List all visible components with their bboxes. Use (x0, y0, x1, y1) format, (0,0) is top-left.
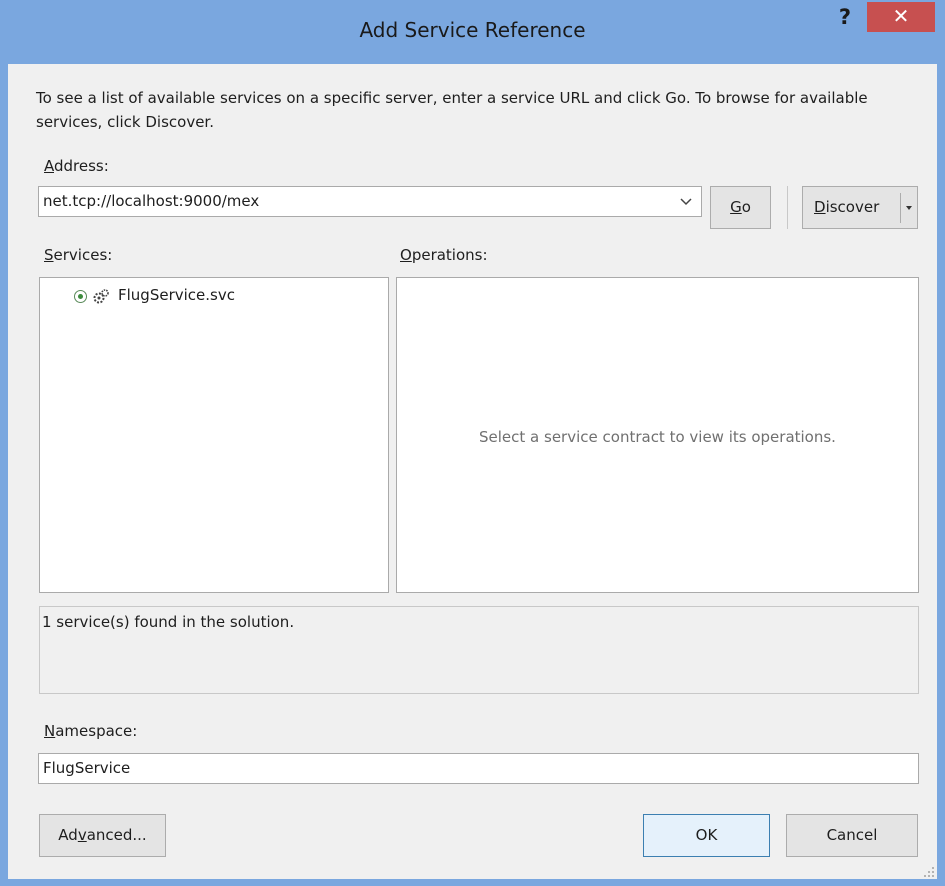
close-button[interactable]: ✕ (867, 2, 935, 32)
discover-button[interactable]: Discover (802, 186, 918, 229)
address-combobox[interactable]: net.tcp://localhost:9000/mex (38, 186, 702, 217)
namespace-input[interactable]: FlugService (38, 753, 919, 784)
advanced-button[interactable]: Advanced... (39, 814, 166, 857)
address-label: Address: (44, 157, 109, 175)
window-title: Add Service Reference (359, 18, 586, 42)
tree-item-flugservice[interactable]: FlugService.svc (74, 286, 254, 308)
resize-grip-icon[interactable] (923, 866, 935, 878)
services-tree[interactable]: FlugService.svc (39, 277, 389, 593)
cancel-button[interactable]: Cancel (786, 814, 918, 857)
go-button[interactable]: Go (710, 186, 771, 229)
tree-item-label: FlugService.svc (118, 286, 235, 304)
toolbar-divider (787, 186, 788, 229)
status-panel: 1 service(s) found in the solution. (39, 606, 919, 694)
operations-placeholder: Select a service contract to view its op… (479, 428, 836, 446)
tree-expand-icon[interactable] (74, 290, 87, 303)
status-message: 1 service(s) found in the solution. (42, 613, 295, 631)
split-divider (900, 193, 901, 223)
dropdown-arrow-icon[interactable] (905, 204, 913, 212)
dialog-window: Add Service Reference ? ✕ To see a list … (0, 0, 945, 886)
instructions-text: To see a list of available services on a… (36, 89, 868, 131)
namespace-label: Namespace: (44, 722, 138, 740)
operations-list[interactable]: Select a service contract to view its op… (396, 277, 919, 593)
title-bar[interactable]: Add Service Reference ? ✕ (0, 0, 945, 64)
operations-label: Operations: (400, 246, 488, 264)
ok-button[interactable]: OK (643, 814, 770, 857)
namespace-value: FlugService (43, 759, 131, 777)
chevron-down-icon[interactable] (679, 197, 693, 207)
services-label: Services: (44, 246, 113, 264)
address-input[interactable]: net.tcp://localhost:9000/mex (43, 192, 259, 210)
service-gear-icon (93, 289, 109, 304)
help-button[interactable]: ? (825, 2, 865, 32)
close-icon: ✕ (892, 4, 910, 28)
